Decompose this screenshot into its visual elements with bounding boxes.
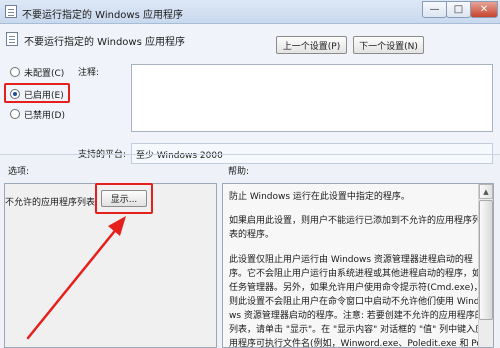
next-setting-button[interactable]: 下一个设置(N) xyxy=(353,36,424,54)
policy-title: 不要运行指定的 Windows 应用程序 xyxy=(24,37,185,48)
window-title: 不要运行指定的 Windows 应用程序 xyxy=(22,10,183,21)
comment-label: 注释: xyxy=(78,68,100,78)
help-scrollbar-thumb[interactable] xyxy=(479,200,493,320)
show-button-highlight-annotation xyxy=(95,183,153,214)
maximize-button[interactable]: □ xyxy=(446,1,471,18)
radio-not-configured[interactable]: 未配置(C) xyxy=(10,65,64,79)
minimize-button[interactable]: — xyxy=(422,1,447,18)
title-bar: 不要运行指定的 Windows 应用程序 — □ ✕ xyxy=(0,0,500,24)
help-label: 帮助: xyxy=(228,167,250,177)
policy-icon xyxy=(5,5,17,18)
comment-textarea[interactable] xyxy=(131,64,493,132)
policy-setting-icon xyxy=(6,32,18,46)
radio-disabled[interactable]: 已禁用(D) xyxy=(10,107,65,121)
radio-circle[interactable] xyxy=(10,109,20,119)
scroll-up-arrow-icon[interactable]: ▲ xyxy=(479,184,493,199)
section-divider xyxy=(0,154,500,155)
previous-setting-button[interactable]: 上一个设置(P) xyxy=(276,36,347,54)
radio-label: 已禁用(D) xyxy=(24,110,65,121)
disallowed-apps-label: 不允许的应用程序列表 xyxy=(5,198,96,208)
radio-circle[interactable] xyxy=(10,67,20,77)
help-panel: 防止 Windows 运行在此设置中指定的程序。 如果启用此设置，则用户不能运行… xyxy=(222,183,494,348)
radio-label: 未配置(C) xyxy=(24,68,65,79)
options-label: 选项: xyxy=(8,167,30,177)
help-paragraph: 防止 Windows 运行在此设置中指定的程序。 xyxy=(229,192,410,202)
settings-header-panel: 不要运行指定的 Windows 应用程序 上一个设置(P) 下一个设置(N) 未… xyxy=(0,24,500,164)
help-paragraph: 如果启用此设置，则用户不能运行已添加到不允许的应用程序列表的程序。 xyxy=(229,216,482,240)
close-button[interactable]: ✕ xyxy=(470,1,498,18)
help-paragraph: 此设置仅阻止用户运行由 Windows 资源管理器进程启动的程序。它不会阻止用户… xyxy=(229,255,485,348)
enabled-highlight-annotation xyxy=(4,83,70,103)
